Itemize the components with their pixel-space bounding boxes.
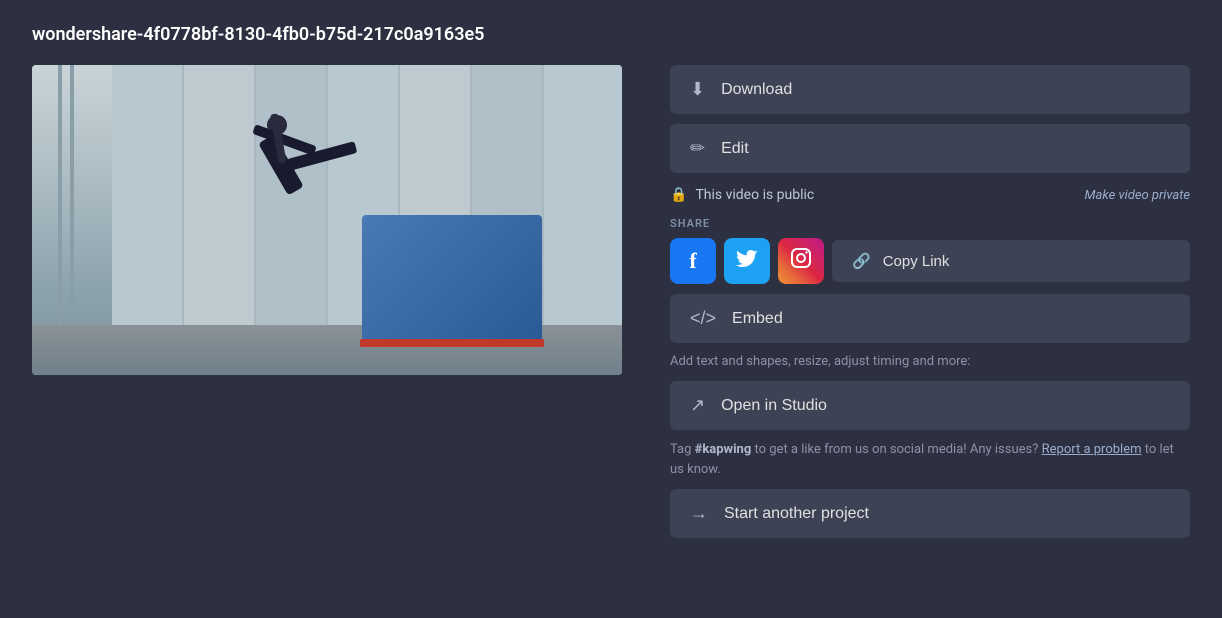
facebook-button[interactable]: f xyxy=(670,238,716,284)
gymnast-figure xyxy=(232,95,452,275)
start-another-project-button[interactable]: → Start another project xyxy=(670,489,1190,538)
video-container xyxy=(32,65,622,375)
share-label: SHARE xyxy=(670,217,1190,230)
link-icon: 🔗 xyxy=(852,252,871,270)
facebook-icon: f xyxy=(689,248,696,274)
main-layout: ⬇ Download ✏ Edit 🔒 This video is public… xyxy=(32,65,1190,538)
share-row: f xyxy=(670,238,1190,284)
instagram-icon xyxy=(790,247,812,275)
twitter-icon xyxy=(736,248,758,274)
red-mat-edge xyxy=(360,339,544,347)
download-icon: ⬇ xyxy=(690,79,705,100)
studio-helper-text: Add text and shapes, resize, adjust timi… xyxy=(670,353,1190,371)
share-section: SHARE f xyxy=(670,217,1190,284)
edit-button[interactable]: ✏ Edit xyxy=(670,124,1190,173)
social-tag-text: Tag #kapwing to get a like from us on so… xyxy=(670,440,1190,479)
twitter-button[interactable] xyxy=(724,238,770,284)
visibility-row: 🔒 This video is public Make video privat… xyxy=(670,183,1190,207)
thumbnail-inner xyxy=(32,65,622,375)
download-button[interactable]: ⬇ Download xyxy=(670,65,1190,114)
page-title: wondershare-4f0778bf-8130-4fb0-b75d-217c… xyxy=(32,24,1190,45)
arrow-right-icon: → xyxy=(690,503,708,524)
open-in-studio-button[interactable]: ↗ Open in Studio xyxy=(670,381,1190,430)
embed-button[interactable]: </> Embed xyxy=(670,294,1190,343)
studio-icon: ↗ xyxy=(690,395,705,416)
edit-icon: ✏ xyxy=(690,138,705,159)
embed-icon: </> xyxy=(690,308,716,329)
make-private-link[interactable]: Make video private xyxy=(1085,188,1190,203)
side-panel: ⬇ Download ✏ Edit 🔒 This video is public… xyxy=(670,65,1190,538)
lock-icon: 🔒 xyxy=(670,187,687,203)
copy-link-button[interactable]: 🔗 Copy Link xyxy=(832,240,1190,282)
instagram-button[interactable] xyxy=(778,238,824,284)
video-thumbnail[interactable] xyxy=(32,65,622,375)
report-problem-link[interactable]: Report a problem xyxy=(1042,442,1142,457)
visibility-label: This video is public xyxy=(695,187,1076,203)
